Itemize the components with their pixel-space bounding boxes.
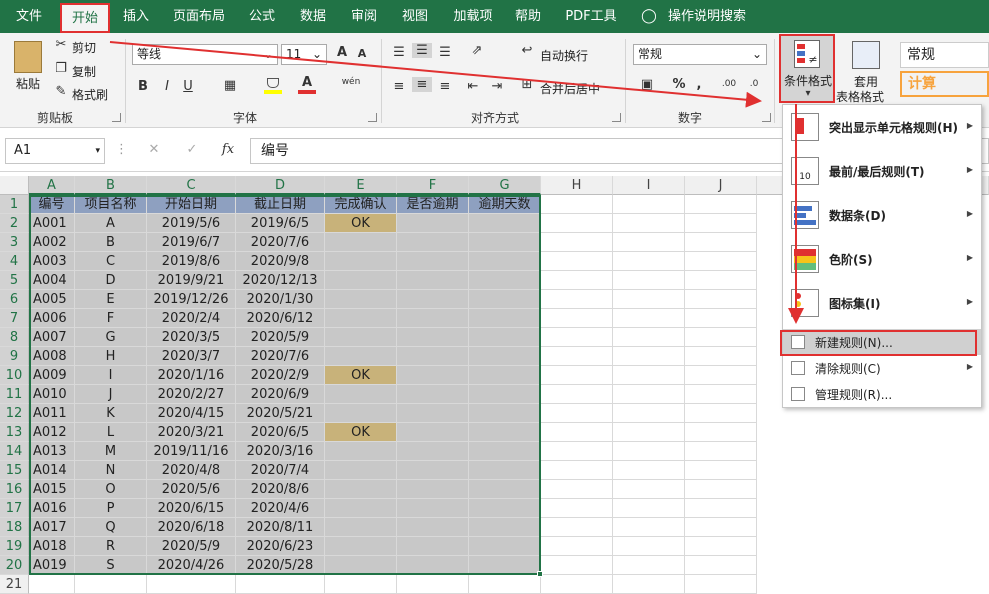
arrow-to-conditional-format — [109, 41, 762, 108]
annotation-arrows — [109, 41, 804, 324]
